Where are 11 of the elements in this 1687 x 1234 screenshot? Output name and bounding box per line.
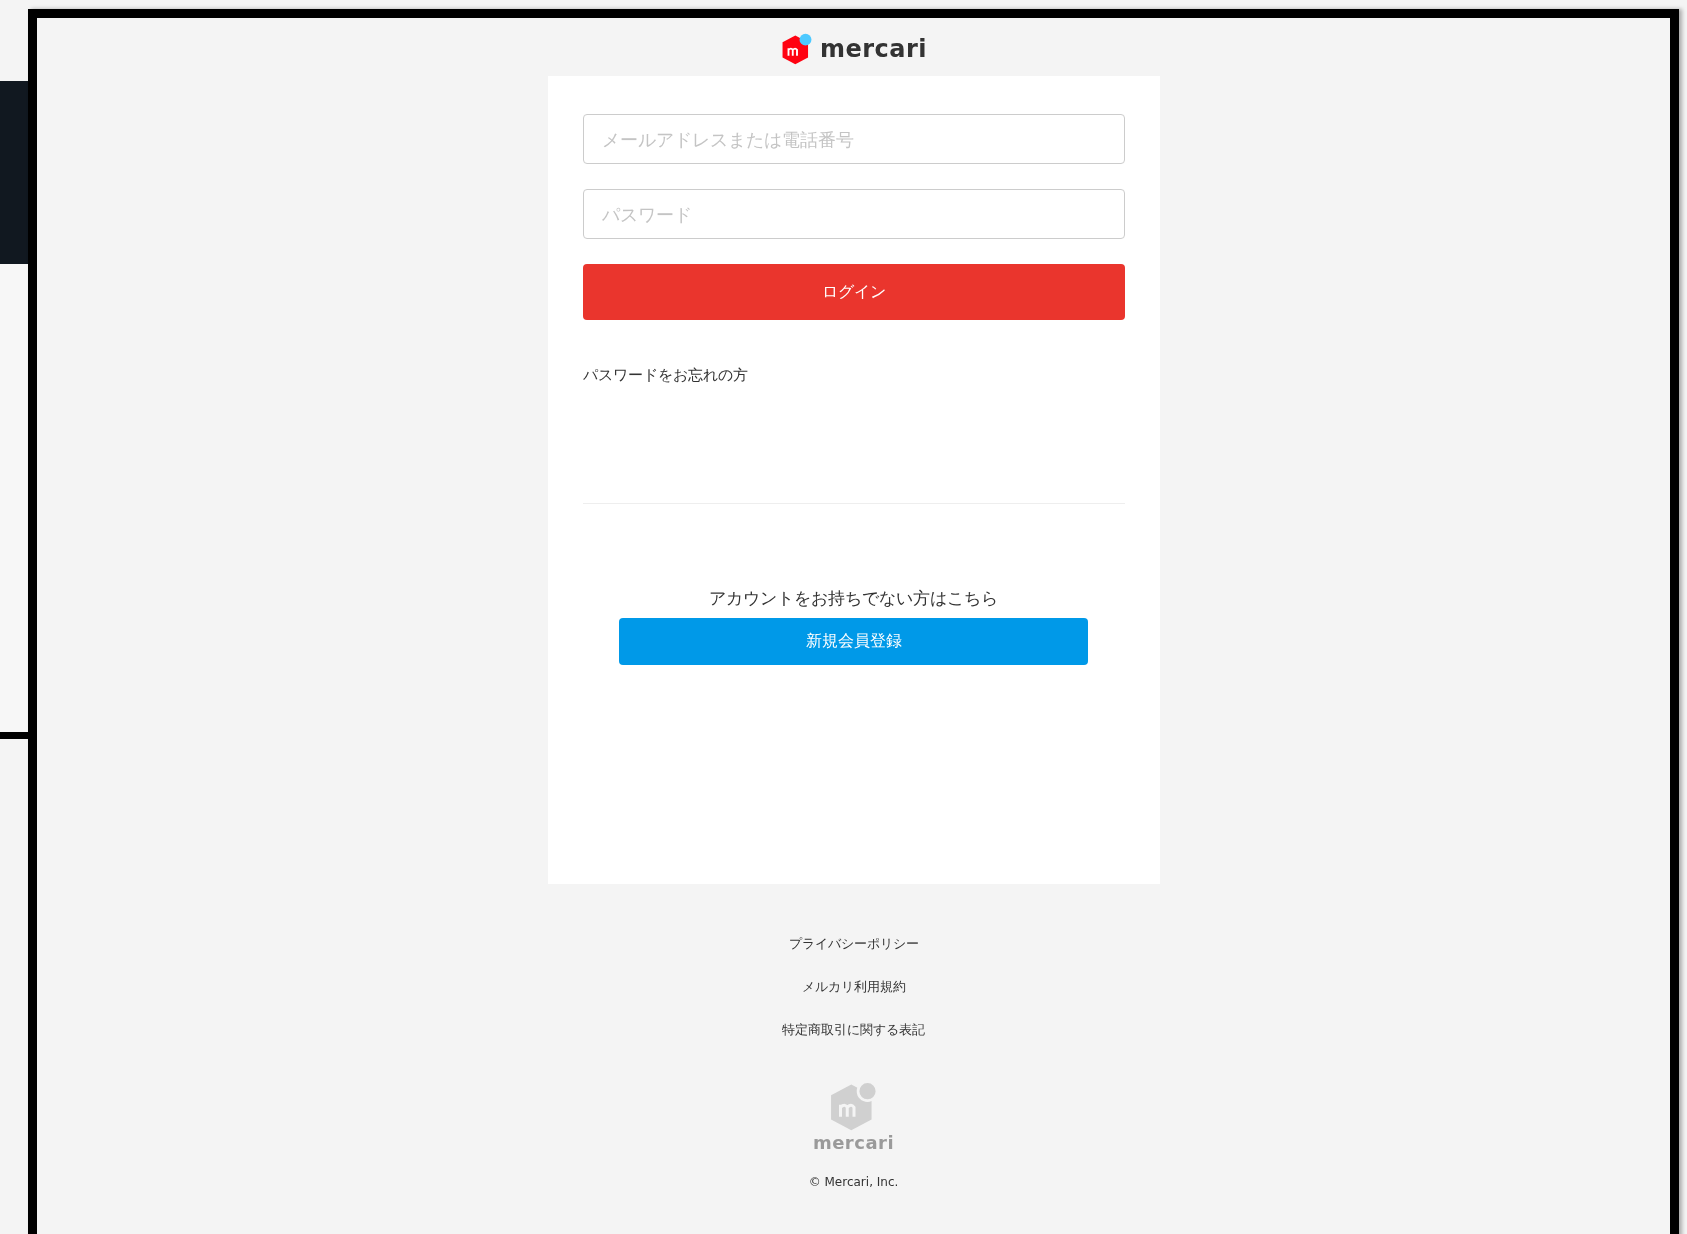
password-field[interactable]: パスワード [582,189,1125,239]
login-button[interactable]: ログイン [582,264,1125,320]
footer-logo-text: mercari [812,1133,895,1153]
footer-link[interactable]: メルカリ利用規約 [801,965,906,1008]
footer-link[interactable]: 特定商取引に関する表記 [782,1008,925,1051]
email-field[interactable]: メールアドレスまたは電話番号 [582,114,1125,164]
footer-link[interactable]: プライバシーポリシー [788,922,919,965]
signup-prompt: アカウントをお持ちでない方はこちら [709,587,998,610]
logo-text: mercari [819,35,928,63]
copyright: © Mercari, Inc. [808,1175,899,1189]
forgot-password-link[interactable]: パスワードをお忘れの方 [582,366,748,385]
